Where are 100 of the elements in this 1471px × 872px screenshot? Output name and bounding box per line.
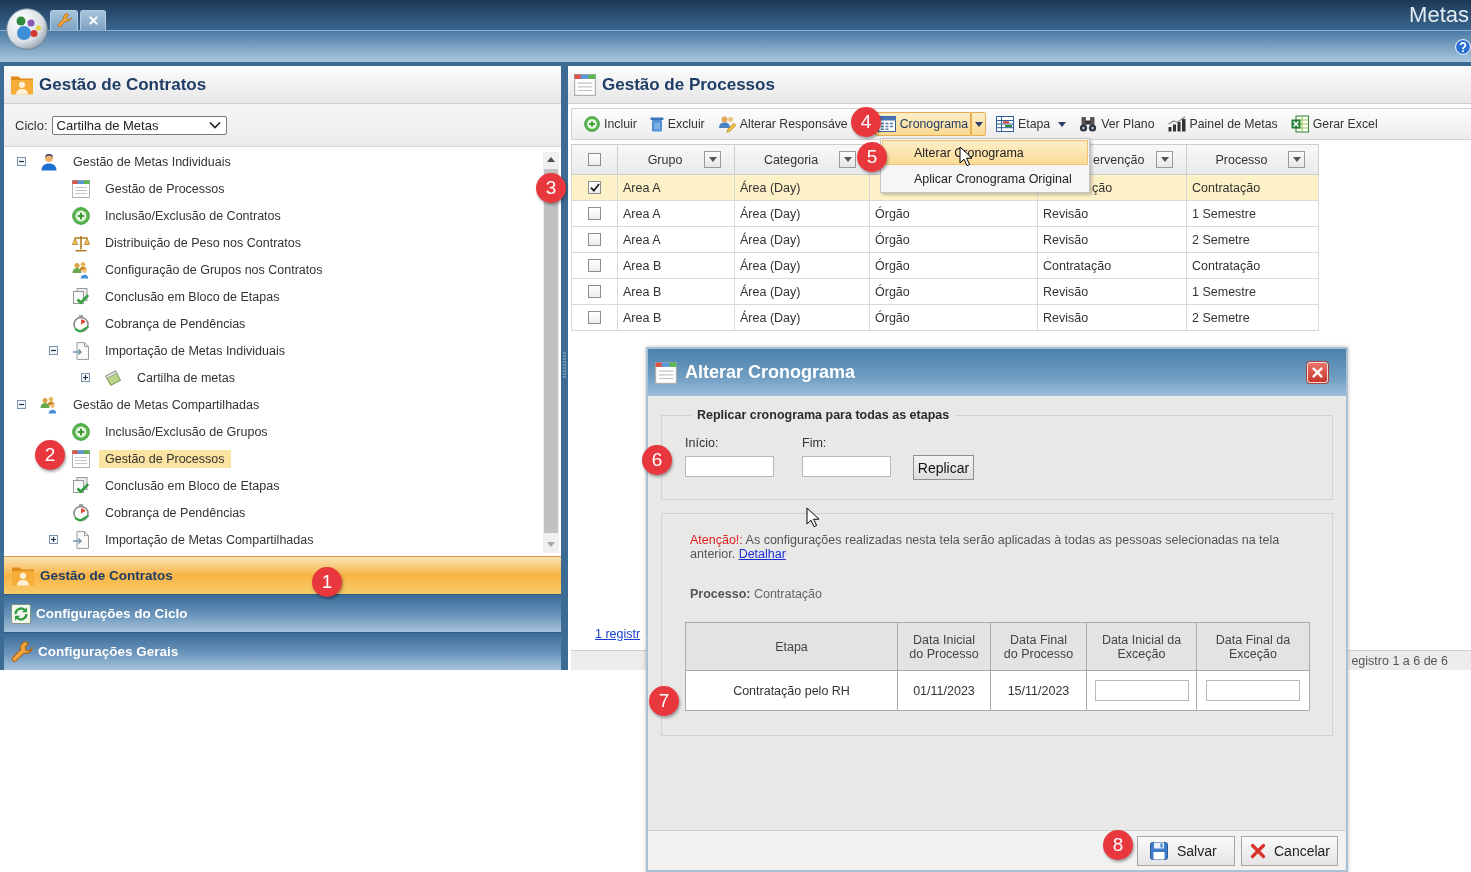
column-title: Data Final da Exceção <box>1215 632 1291 661</box>
table-cell: Revisão <box>1043 232 1089 247</box>
save-button[interactable]: Salvar <box>1137 835 1235 866</box>
select-all-checkbox[interactable] <box>588 153 601 166</box>
minus-box-icon[interactable] <box>17 400 26 409</box>
group-title: Replicar cronograma para todas as etapas <box>696 408 951 422</box>
table-cell: 1 Semestre <box>1192 206 1256 221</box>
tree-item[interactable]: Distribuição de Peso nos Contratos <box>99 233 307 252</box>
toolbar-button[interactable]: Incluir <box>581 112 640 136</box>
person-icon <box>40 152 58 171</box>
replicate-button[interactable]: Replicar <box>913 455 974 480</box>
cycle-select[interactable]: Cartilha de Metas <box>51 115 227 135</box>
toolbar-button[interactable]: Ver Plano <box>1076 112 1158 136</box>
toolbar-button[interactable]: Alterar Responsáve <box>714 112 851 136</box>
details-link[interactable]: Detalhar <box>738 547 786 561</box>
field-label: Fim: <box>802 436 828 451</box>
date-input[interactable] <box>685 456 774 477</box>
tree-item[interactable]: Configuração de Grupos nos Contratos <box>99 260 329 279</box>
table-cell: Área (Day) <box>740 258 801 273</box>
row-checkbox[interactable] <box>588 207 601 220</box>
column-menu-button[interactable] <box>839 151 856 168</box>
date-input[interactable] <box>802 456 891 477</box>
logo-icon[interactable] <box>6 8 48 50</box>
column-title: Categoria <box>762 152 820 167</box>
row-checkbox[interactable] <box>588 233 601 246</box>
tree-item[interactable]: Conclusão em Bloco de Etapas <box>99 476 286 495</box>
document-list-icon <box>72 179 90 198</box>
date-input[interactable] <box>1206 680 1300 701</box>
toolbar-button[interactable]: Painel de Metas <box>1164 112 1281 136</box>
wrench-icon <box>11 640 33 663</box>
wrench-icon <box>56 13 72 28</box>
warning-text: Atenção!: As configurações realizadas nesta tela serão aplicadas à todas as pessoas selecionadas na tela anterior. Detalhar <box>690 533 1281 561</box>
column-menu-button[interactable] <box>1288 151 1305 168</box>
table-cell: Órgão <box>875 232 910 247</box>
row-checkbox[interactable] <box>588 181 601 194</box>
tree-item[interactable]: Gestão de Metas Individuais <box>67 152 237 171</box>
table-row[interactable]: Area B Área (Day) Órgão Contratação Contratação <box>571 252 1319 279</box>
toolbar-button[interactable]: Cronograma <box>874 112 972 136</box>
records-link[interactable]: 1 registr <box>595 627 641 641</box>
dropdown-arrow-button[interactable] <box>971 112 987 136</box>
date-input[interactable] <box>1094 680 1189 701</box>
caret-icon <box>1292 157 1301 162</box>
tree-item[interactable]: Importação de Metas Compartilhadas <box>99 530 320 549</box>
close-button[interactable] <box>1307 362 1328 383</box>
minus-box-icon[interactable] <box>17 157 26 166</box>
table-cell: Contratação pelo RH <box>733 683 850 698</box>
row-checkbox[interactable] <box>588 285 601 298</box>
tree-item[interactable]: Cobrança de Pendências <box>99 503 252 522</box>
table-cell: Contratação <box>1192 258 1261 273</box>
table-grid-icon <box>996 116 1015 132</box>
table-cell: Área (Day) <box>740 284 801 299</box>
table-cell: Órgão <box>875 258 910 273</box>
circular-arrows-icon <box>11 603 31 624</box>
tree-item[interactable]: Conclusão em Bloco de Etapas <box>99 287 286 306</box>
cancel-button[interactable]: Cancelar <box>1241 835 1338 866</box>
tree-item[interactable]: Gestão de Metas Compartilhadas <box>67 395 266 414</box>
plus-box-icon[interactable] <box>81 373 90 382</box>
caret-icon <box>843 157 852 162</box>
minus-box-icon[interactable] <box>49 346 58 355</box>
table-cell: Area B <box>623 284 662 299</box>
table-row[interactable]: Area B Área (Day) Órgão Revisão 2 Semetre <box>571 304 1319 331</box>
document-arrow-icon <box>72 341 90 360</box>
splitter-grip-icon[interactable] <box>563 352 566 378</box>
column-title: Data Inicial do Processo <box>909 632 979 661</box>
caret-icon <box>1058 121 1067 127</box>
column-title: Data Final do Processo <box>1003 632 1074 661</box>
scrollbar-thumb[interactable] <box>544 169 558 533</box>
tree-item[interactable]: Cartilha de metas <box>131 368 241 387</box>
table-row[interactable]: Area B Área (Day) Órgão Revisão 1 Semestre <box>571 278 1319 305</box>
table-cell: Área (Day) <box>740 206 801 221</box>
toolbar-button[interactable]: Gerar Excel <box>1287 112 1381 136</box>
person-pencil-icon <box>717 115 736 133</box>
plus-box-icon[interactable] <box>49 535 58 544</box>
row-checkbox[interactable] <box>588 259 601 272</box>
table-cell: Revisão <box>1043 206 1089 221</box>
dialog-title: Alterar Cronograma <box>685 362 857 383</box>
tree-item[interactable]: Inclusão/Exclusão de Grupos <box>99 422 274 441</box>
table-cell: Área (Day) <box>740 180 801 195</box>
tree-item[interactable]: Gestão de Processos <box>99 179 231 198</box>
tree-item[interactable]: Inclusão/Exclusão de Contratos <box>99 206 287 225</box>
table-row[interactable]: Area A Área (Day) Órgão Revisão 1 Semestre <box>571 200 1319 227</box>
scrollbar[interactable] <box>543 152 559 553</box>
table-cell: Area A <box>623 180 661 195</box>
column-menu-button[interactable] <box>704 151 721 168</box>
column-title: Grupo <box>646 152 684 167</box>
toolbar-button[interactable]: Etapa <box>993 112 1070 136</box>
table-row[interactable]: Area A Área (Day) Órgão Revisão 2 Semetre <box>571 226 1319 253</box>
documents-check-icon <box>72 476 90 495</box>
row-checkbox[interactable] <box>588 311 601 324</box>
table-cell: Area A <box>623 232 661 247</box>
help-icon[interactable] <box>1455 38 1471 55</box>
tools-tab[interactable] <box>50 10 78 30</box>
toolbar-button[interactable]: Excluir <box>646 112 708 136</box>
tree-item[interactable]: Cobrança de Pendências <box>99 314 252 333</box>
document-arrow-icon <box>72 530 90 549</box>
close-tab[interactable] <box>80 10 106 30</box>
table-cell: 2 Semetre <box>1192 310 1250 325</box>
tree-item[interactable]: Importação de Metas Individuais <box>99 341 291 360</box>
tree-item[interactable]: Gestão de Processos <box>99 449 231 468</box>
column-menu-button[interactable] <box>1156 151 1173 168</box>
